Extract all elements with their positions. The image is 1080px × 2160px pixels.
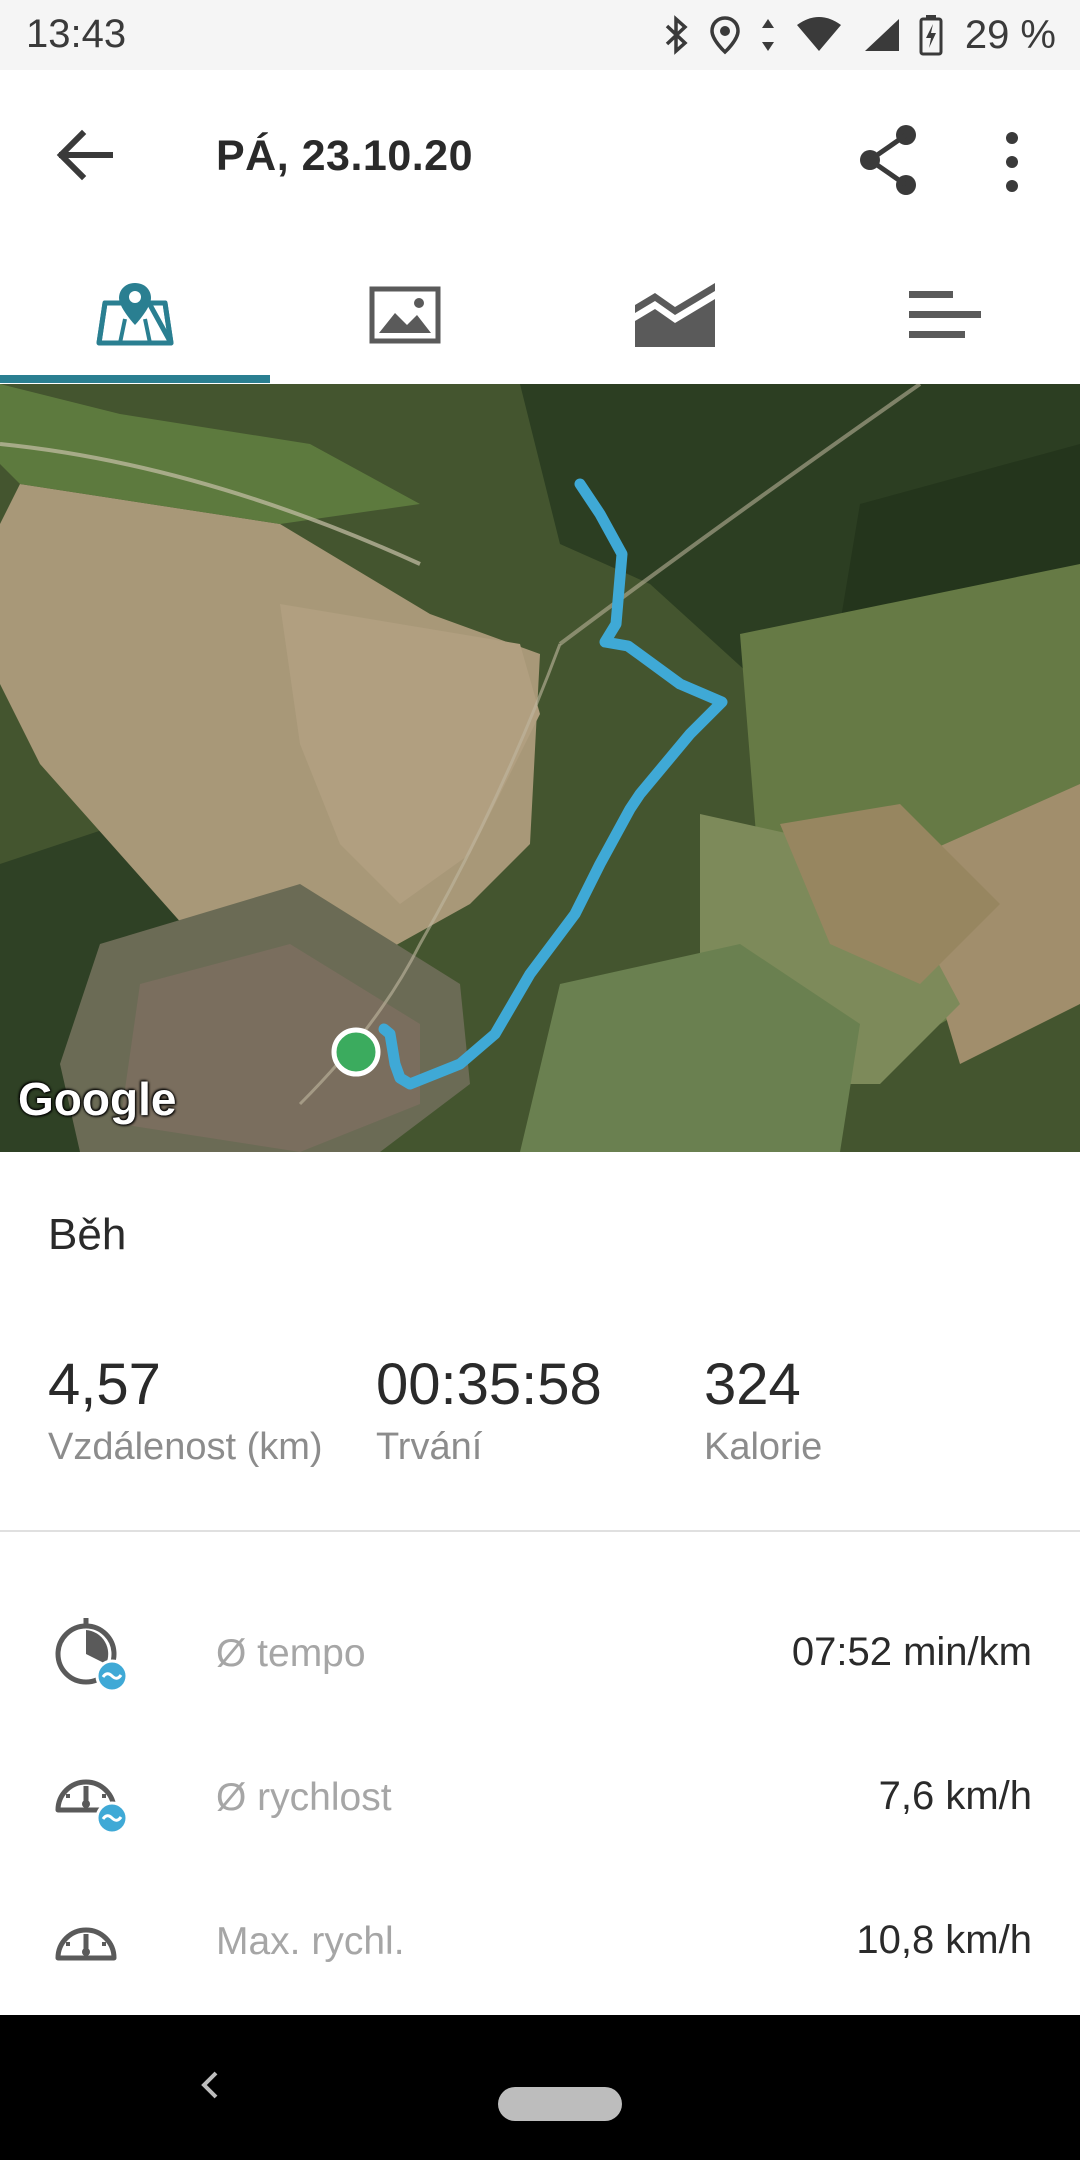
metric-value: 7,6 km/h <box>878 1774 1032 1818</box>
stat-distance-label: Vzdálenost (km) <box>48 1426 323 1468</box>
system-nav-bar <box>0 2015 1080 2160</box>
page-title: PÁ, 23.10.20 <box>216 132 474 180</box>
tab-bar <box>0 245 1080 385</box>
tab-indicator <box>0 375 270 383</box>
pace-icon <box>50 1614 130 1694</box>
tab-charts[interactable] <box>540 245 810 385</box>
activity-type: Běh <box>48 1210 127 1259</box>
metric-label: Max. rychl. <box>216 1920 405 1963</box>
location-icon <box>710 16 740 55</box>
tab-photos[interactable] <box>270 245 540 385</box>
google-attribution: Google <box>18 1073 177 1125</box>
signal-icon <box>864 19 899 51</box>
metric-row-avg-speed: Ø rychlost 7,6 km/h <box>0 1738 1080 1858</box>
max-speed-icon <box>50 1902 130 1982</box>
metric-label: Ø tempo <box>216 1632 366 1675</box>
stat-calories-label: Kalorie <box>704 1426 823 1468</box>
battery-charging-icon <box>919 15 943 56</box>
tab-laps[interactable] <box>810 245 1080 385</box>
status-bar: 13:43 29 % <box>0 0 1080 70</box>
metric-row-max-speed: Max. rychl. 10,8 km/h <box>0 1882 1080 2002</box>
share-button[interactable] <box>850 120 930 200</box>
laps-icon <box>909 291 981 338</box>
share-icon <box>860 125 916 195</box>
metric-label: Ø rychlost <box>216 1776 392 1819</box>
satellite-map-image <box>0 384 1080 1152</box>
stat-distance-value: 4,57 <box>48 1352 161 1417</box>
metric-value: 07:52 min/km <box>791 1630 1032 1674</box>
stat-duration-label: Trvání <box>376 1426 483 1468</box>
back-button[interactable] <box>50 120 120 190</box>
metric-row-pace: Ø tempo 07:52 min/km <box>0 1594 1080 1714</box>
metric-value: 10,8 km/h <box>856 1918 1032 1962</box>
avg-speed-icon <box>50 1758 130 1838</box>
nav-back-button[interactable] <box>190 2065 230 2105</box>
more-vert-icon <box>1006 132 1018 192</box>
divider <box>0 1530 1080 1532</box>
battery-percent: 29 % <box>964 12 1056 57</box>
data-arrows-icon <box>761 19 774 51</box>
status-time: 13:43 <box>26 12 127 56</box>
start-marker <box>331 1027 381 1077</box>
map-icon <box>96 283 174 346</box>
wifi-icon <box>796 17 841 51</box>
status-icons: 29 % <box>663 10 1056 60</box>
stat-duration: 00:35:58 Trvání <box>376 1350 602 1469</box>
more-options-button[interactable] <box>990 122 1035 202</box>
route-map[interactable]: Google <box>0 384 1080 1152</box>
chart-icon <box>635 283 715 347</box>
photo-icon <box>369 286 441 344</box>
arrow-back-icon <box>56 129 113 181</box>
tab-map[interactable] <box>0 245 270 385</box>
stat-duration-value: 00:35:58 <box>376 1352 602 1417</box>
stat-calories-value: 324 <box>704 1352 801 1417</box>
nav-home-pill[interactable] <box>498 2087 622 2121</box>
stat-distance: 4,57 Vzdálenost (km) <box>48 1350 323 1469</box>
stat-calories: 324 Kalorie <box>704 1350 822 1469</box>
chevron-left-icon <box>201 2071 218 2099</box>
app-bar: PÁ, 23.10.20 <box>0 70 1080 245</box>
bluetooth-icon <box>665 15 688 55</box>
